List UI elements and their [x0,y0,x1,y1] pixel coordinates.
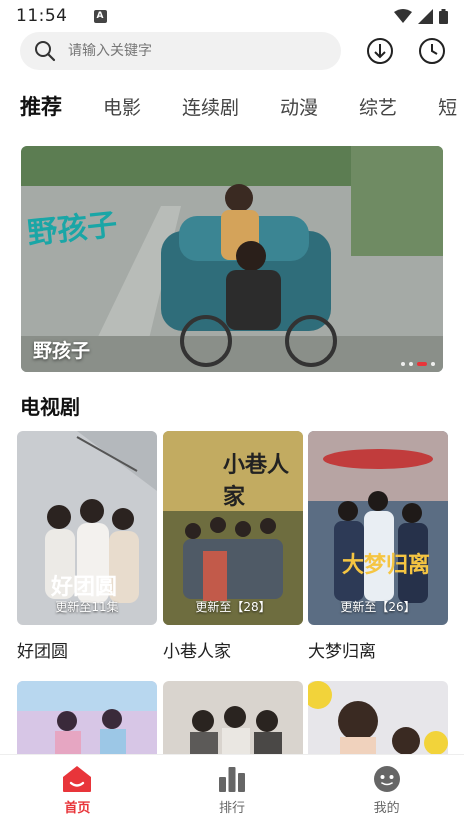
nav-home[interactable]: 首页 [0,755,155,826]
banner-logo: 野孩子 [25,207,119,252]
nav-ranking[interactable]: 排行 [155,755,310,826]
wifi-icon [394,9,412,23]
poster-title-art: 小巷人家 [223,452,290,510]
signal-icon [418,8,433,24]
card-title: 好团圆 [17,642,68,662]
nav-ranking-label: 排行 [219,801,246,816]
card-title: 小巷人家 [163,642,231,662]
nav-profile-label: 我的 [373,801,400,816]
nav-home-label: 首页 [64,801,91,816]
poster: 小巷人家 更新至【28】 [163,431,303,625]
drama-card-poster[interactable] [17,681,157,755]
nav-profile[interactable]: 我的 [309,755,464,826]
bottom-nav: 首页 排行 我的 [0,754,464,826]
search-input[interactable] [68,43,308,59]
category-tabs: 推荐 电影 连续剧 动漫 综艺 短 [20,86,464,126]
drama-card[interactable]: 好团圆 更新至11集 好团圆 [17,431,157,662]
drama-card-poster[interactable] [163,681,303,755]
carousel-dot [401,362,405,366]
poster: 大梦归离 更新至【26】 [308,431,448,625]
banner-title: 野孩子 [33,340,91,362]
poster-image [163,681,303,755]
poster: 好团圆 更新至11集 [17,431,157,625]
ranking-icon [219,767,245,792]
status-bar: 11:54 A [0,0,464,32]
update-badge: 更新至【26】 [340,600,416,614]
update-badge: 更新至【28】 [195,600,271,614]
poster-title-art: 大梦归离 [342,552,431,578]
poster-title-art: 好团圆 [51,574,118,600]
status-right-icons [394,8,448,24]
banner-carousel[interactable]: 野孩子 野孩子 [21,146,443,372]
tab-movie[interactable]: 电影 [103,93,141,120]
search-box[interactable] [20,32,341,70]
card-title: 大梦归离 [308,642,376,662]
poster-image [308,681,448,755]
battery-icon [439,8,448,24]
update-badge: 更新至11集 [55,600,119,614]
download-button[interactable] [365,36,395,66]
drama-card-poster[interactable] [308,681,448,755]
download-icon [367,38,393,64]
notification-a-icon: A [93,9,107,23]
carousel-dot [431,362,435,366]
section-title: 电视剧 [20,395,80,419]
poster-image [17,681,157,755]
home-icon [63,766,92,792]
drama-card[interactable]: 大梦归离 更新至【26】 大梦归离 [308,431,448,662]
profile-icon [373,766,400,792]
search-row [20,31,450,71]
clock-icon [419,38,445,64]
carousel-indicator [401,362,435,366]
tab-short[interactable]: 短 [438,93,457,120]
carousel-dot-active [417,362,427,366]
status-time: 11:54 [16,6,68,26]
tab-recommend[interactable]: 推荐 [20,91,62,121]
search-icon [35,41,56,62]
tab-variety[interactable]: 综艺 [359,93,397,120]
carousel-dot [409,362,413,366]
tab-anime[interactable]: 动漫 [280,93,318,120]
drama-card[interactable]: 小巷人家 更新至【28】 小巷人家 [163,431,303,662]
poster-image [308,431,448,625]
tab-series[interactable]: 连续剧 [182,93,239,120]
history-button[interactable] [417,36,447,66]
